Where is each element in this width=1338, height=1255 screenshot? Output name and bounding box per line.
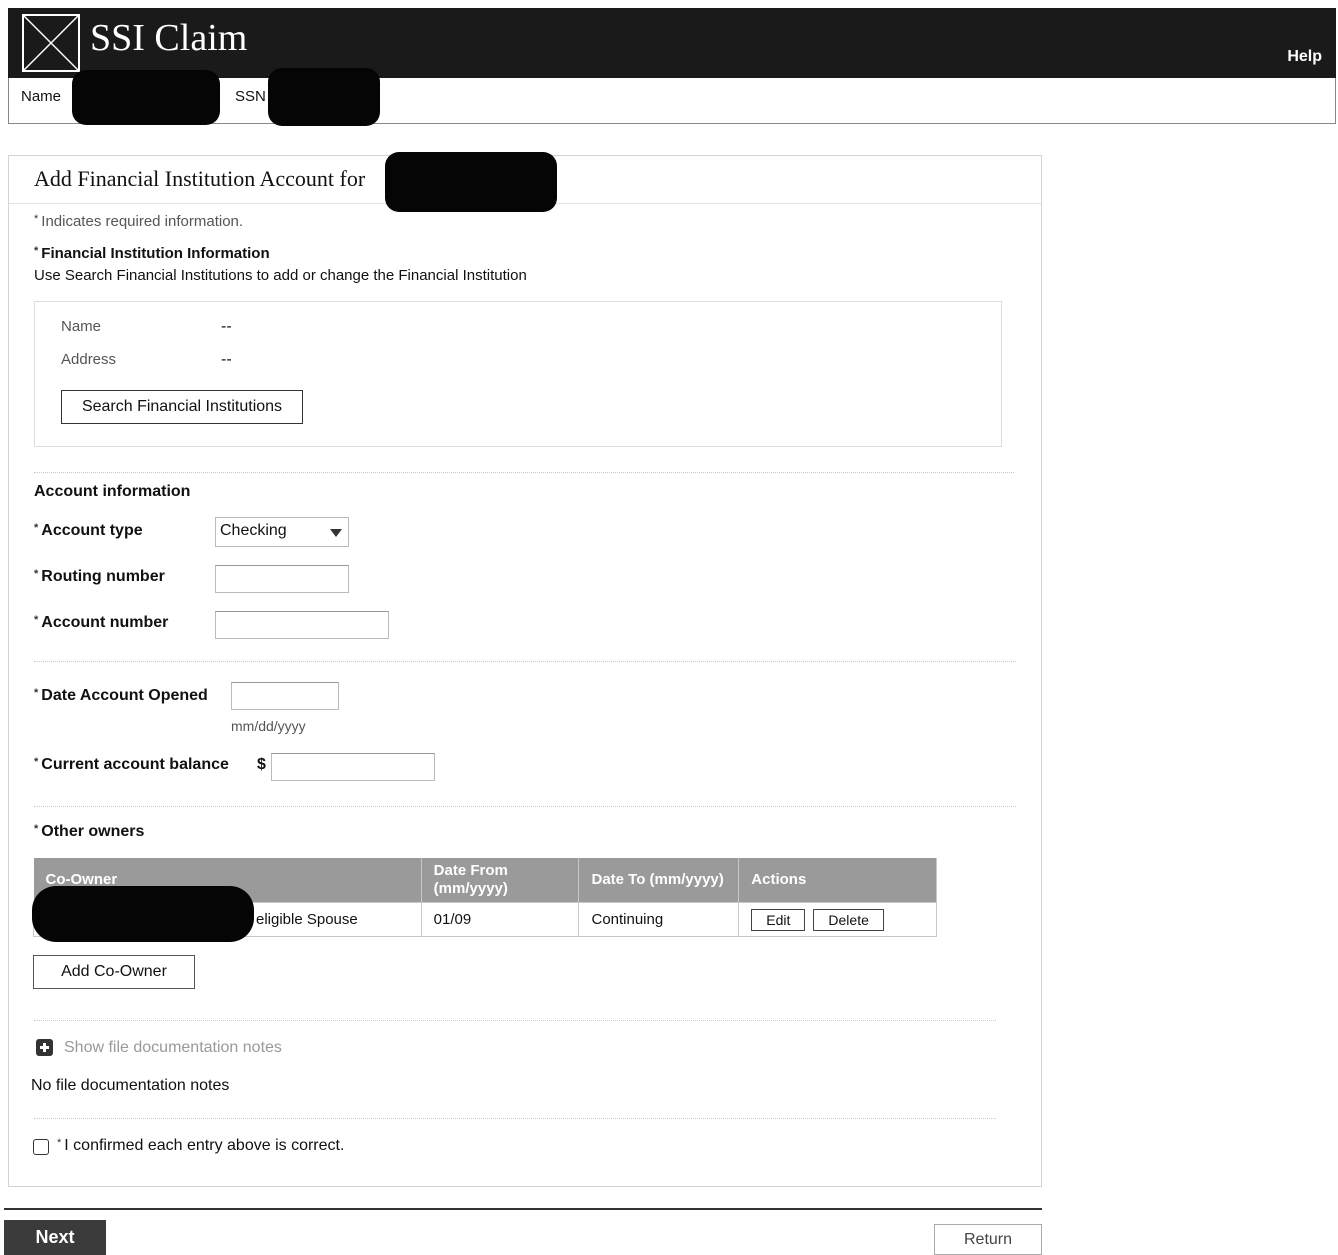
confirm-checkbox[interactable] — [33, 1139, 49, 1155]
account-type-label: * Account type — [34, 522, 143, 539]
fi-name-label: Name — [61, 318, 102, 335]
claimant-ssn-label: SSN — [235, 88, 266, 105]
column-header: Actions — [738, 858, 937, 903]
next-button[interactable]: Next — [4, 1220, 106, 1255]
account-type-select[interactable]: Checking — [215, 517, 349, 547]
divider — [34, 1020, 996, 1021]
confirm-label: * I confirmed each entry above is correct… — [57, 1137, 345, 1154]
account-number-input[interactable] — [215, 611, 389, 639]
claimant-name-label: Name — [21, 88, 62, 105]
notes-status: No file documentation notes — [31, 1077, 230, 1094]
fi-name-value: -- — [221, 318, 232, 335]
column-header: Date From (mm/yyyy) — [421, 858, 580, 903]
divider — [34, 1118, 996, 1119]
divider — [34, 472, 1014, 473]
other-owners-label: * Other owners — [34, 823, 145, 840]
routing-number-input[interactable] — [215, 565, 349, 593]
currency-symbol: $ — [257, 756, 266, 773]
app-title: SSI Claim — [90, 17, 248, 59]
account-section-heading: Account information — [34, 483, 191, 500]
dropdown-arrow-icon — [330, 529, 342, 537]
app-header: SSI Claim Help — [8, 8, 1336, 78]
delete-button[interactable]: Delete — [813, 908, 884, 931]
fi-address-value: -- — [221, 351, 232, 368]
add-account-panel: Add Financial Institution Account for * I… — [8, 155, 1042, 1187]
page-title: Add Financial Institution Account for — [34, 166, 366, 191]
date-to-cell: Continuing — [578, 902, 740, 937]
fi-instruction: Use Search Financial Institutions to add… — [34, 267, 527, 284]
show-notes-toggle[interactable]: Show file documentation notes — [64, 1039, 282, 1057]
date-format-hint: mm/dd/yyyy — [231, 718, 306, 734]
ssa-logo-icon — [22, 14, 80, 72]
date-from-cell: 01/09 — [420, 902, 580, 937]
balance-input[interactable] — [271, 753, 435, 781]
date-opened-input[interactable] — [231, 682, 339, 710]
fi-address-label: Address — [61, 351, 117, 368]
routing-number-label: * Routing number — [34, 568, 165, 585]
redaction-mark — [72, 70, 220, 125]
required-info-note: * Indicates required information. — [34, 213, 244, 230]
divider — [34, 806, 1016, 807]
actions-cell: Edit Delete — [738, 902, 937, 937]
fi-details-box: Name -- Address -- Search Financial Inst… — [34, 301, 1002, 447]
date-opened-label: * Date Account Opened — [34, 687, 208, 704]
redaction-mark — [385, 152, 557, 212]
account-number-label: * Account number — [34, 614, 169, 631]
help-link[interactable]: Help — [1287, 48, 1322, 66]
balance-label: * Current account balance — [34, 756, 229, 773]
redaction-mark — [32, 886, 254, 942]
redaction-mark — [268, 68, 380, 126]
expand-plus-icon[interactable] — [36, 1039, 53, 1056]
fi-section-heading: * Financial Institution Information — [34, 245, 270, 262]
column-header: Date To (mm/yyyy) — [578, 858, 740, 903]
add-co-owner-button[interactable]: Add Co-Owner — [33, 955, 195, 989]
edit-button[interactable]: Edit — [751, 908, 806, 931]
footer-divider — [4, 1208, 1042, 1210]
divider — [34, 661, 1016, 662]
return-button[interactable]: Return — [934, 1224, 1042, 1255]
search-financial-institutions-button[interactable]: Search Financial Institutions — [61, 390, 303, 424]
